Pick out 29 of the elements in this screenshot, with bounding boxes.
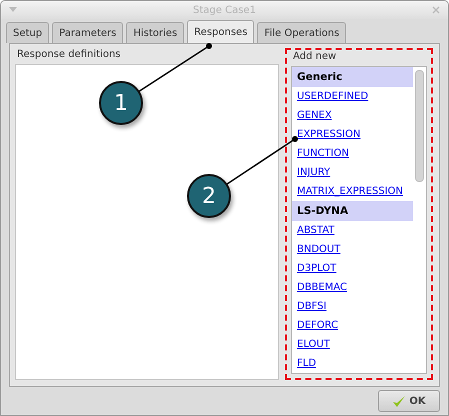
response-link[interactable]: FLD (292, 354, 316, 374)
scrollbar-thumb[interactable] (415, 70, 424, 182)
ok-button[interactable]: OK (378, 390, 440, 412)
response-link[interactable]: D3PLOT (292, 259, 336, 278)
tab[interactable]: Histories (126, 22, 184, 44)
checkmark-icon (392, 394, 406, 408)
tab[interactable]: Setup (6, 22, 50, 44)
response-link[interactable]: FUNCTION (292, 144, 349, 164)
menu-caret-icon[interactable] (9, 7, 17, 14)
response-link[interactable]: BNDOUT (292, 240, 340, 260)
list-header: Generic (292, 67, 413, 88)
response-link[interactable]: DBBEMAC (292, 278, 348, 298)
tab[interactable]: Responses (187, 20, 254, 44)
response-link[interactable]: USERDEFINED (292, 87, 368, 106)
list-header: LS-DYNA (292, 201, 413, 222)
section-label: Response definitions (16, 48, 122, 62)
response-link[interactable]: ABSTAT (292, 221, 334, 240)
close-icon[interactable] (432, 6, 440, 14)
response-link[interactable]: EXPRESSION (292, 125, 360, 144)
response-link[interactable]: MATRIX_EXPRESSION (292, 182, 404, 202)
window-title: Stage Case1 (193, 4, 256, 16)
response-link[interactable]: GENEX (292, 106, 332, 126)
response-link[interactable]: DEFORC (292, 316, 338, 336)
section-label: Add new (292, 50, 338, 64)
response-link[interactable]: DBFSI (292, 297, 326, 316)
tab[interactable]: Parameters (52, 22, 124, 44)
response-link[interactable]: INJURY (292, 163, 330, 182)
response-link[interactable]: ELOUT (292, 335, 330, 354)
tab[interactable]: File Operations (257, 22, 346, 44)
